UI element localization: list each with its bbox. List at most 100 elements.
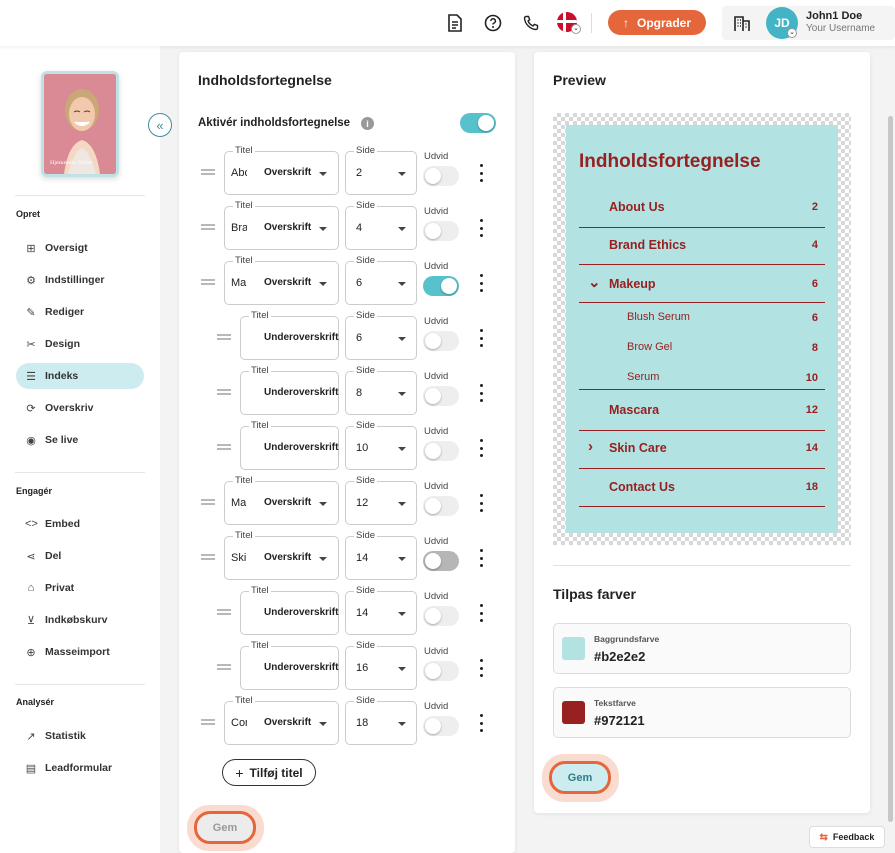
drag-handle-icon[interactable]	[201, 719, 215, 725]
page-select[interactable]: 14	[356, 607, 368, 619]
page-field[interactable]: Side 12	[345, 475, 417, 525]
more-options-icon[interactable]	[478, 714, 484, 732]
chevron-down-icon[interactable]: ⌄	[571, 24, 581, 34]
title-field[interactable]: Titel Underoverskrift	[240, 365, 353, 415]
more-options-icon[interactable]	[478, 549, 484, 567]
page-field[interactable]: Side 18	[345, 695, 417, 745]
heading-type-select[interactable]: Underoverskrift	[264, 332, 342, 343]
page-field[interactable]: Side 16	[345, 640, 417, 690]
activate-toc-toggle[interactable]	[460, 113, 496, 133]
drag-handle-icon[interactable]	[217, 334, 231, 340]
phone-icon[interactable]	[520, 12, 542, 34]
page-field[interactable]: Side 10	[345, 420, 417, 470]
preview-entry-label[interactable]: Makeup	[609, 277, 656, 291]
info-icon[interactable]: i	[361, 117, 374, 130]
more-options-icon[interactable]	[478, 494, 484, 512]
heading-type-select[interactable]: Underoverskrift	[264, 662, 342, 673]
heading-type-select[interactable]: Underoverskrift	[264, 607, 342, 618]
more-options-icon[interactable]	[478, 439, 484, 457]
page-select[interactable]: 8	[356, 387, 362, 399]
expand-toggle[interactable]	[423, 606, 459, 626]
page-select[interactable]: 6	[356, 332, 362, 344]
heading-type-select[interactable]: Underoverskrift	[264, 387, 342, 398]
background-color-picker[interactable]: Baggrundsfarve #b2e2e2	[553, 623, 851, 674]
title-field[interactable]: Titel Ma Overskrift	[224, 255, 339, 305]
title-field[interactable]: Titel Bra Overskrift	[224, 200, 339, 250]
heading-type-select[interactable]: Overskrift	[264, 497, 314, 508]
page-field[interactable]: Side 8	[345, 365, 417, 415]
expand-toggle[interactable]	[423, 661, 459, 681]
add-title-button[interactable]: + Tilføj titel	[222, 759, 316, 786]
title-input[interactable]: Con	[231, 717, 247, 729]
drag-handle-icon[interactable]	[201, 279, 215, 285]
page-field[interactable]: Side 2	[345, 145, 417, 195]
preview-entry-label[interactable]: Skin Care	[609, 441, 667, 455]
title-field[interactable]: Titel Underoverskrift	[240, 310, 353, 360]
document-icon[interactable]	[444, 12, 466, 34]
preview-entry-label[interactable]: Brow Gel	[627, 341, 672, 353]
drag-handle-icon[interactable]	[201, 554, 215, 560]
title-input[interactable]: Ma	[231, 277, 247, 289]
text-color-picker[interactable]: Tekstfarve #972121	[553, 687, 851, 738]
scrollbar[interactable]	[888, 116, 893, 822]
expand-toggle[interactable]	[423, 221, 459, 241]
expand-toggle[interactable]	[423, 441, 459, 461]
heading-type-select[interactable]: Overskrift	[264, 717, 314, 728]
heading-type-select[interactable]: Overskrift	[264, 222, 314, 233]
preview-entry-label[interactable]: Contact Us	[609, 480, 675, 494]
title-field[interactable]: Titel Skin Overskrift	[224, 530, 339, 580]
page-field[interactable]: Side 14	[345, 585, 417, 635]
expand-toggle[interactable]	[423, 276, 459, 296]
page-select[interactable]: 2	[356, 167, 362, 179]
drag-handle-icon[interactable]	[217, 444, 231, 450]
page-select[interactable]: 12	[356, 497, 368, 509]
drag-handle-icon[interactable]	[201, 224, 215, 230]
page-field[interactable]: Side 4	[345, 200, 417, 250]
title-field[interactable]: Titel Con Overskrift	[224, 695, 339, 745]
title-field[interactable]: Titel Underoverskrift	[240, 640, 353, 690]
save-button[interactable]: Gem	[194, 811, 256, 844]
drag-handle-icon[interactable]	[201, 169, 215, 175]
title-field[interactable]: Titel Underoverskrift	[240, 420, 353, 470]
expand-toggle[interactable]	[423, 166, 459, 186]
title-field[interactable]: Titel Abc Overskrift	[224, 145, 339, 195]
heading-type-select[interactable]: Overskrift	[264, 552, 314, 563]
upgrade-button[interactable]: ↑ Opgrader	[608, 10, 706, 35]
building-icon[interactable]	[731, 12, 753, 34]
page-select[interactable]: 18	[356, 717, 368, 729]
chevron-right-icon[interactable]: ›	[588, 438, 593, 455]
page-select[interactable]: 10	[356, 442, 368, 454]
page-field[interactable]: Side 6	[345, 255, 417, 305]
collapse-sidebar-button[interactable]: «	[148, 113, 172, 137]
title-field[interactable]: Titel Ma Overskrift	[224, 475, 339, 525]
more-options-icon[interactable]	[478, 219, 484, 237]
preview-entry-label[interactable]: Brand Ethics	[609, 238, 686, 252]
more-options-icon[interactable]	[478, 329, 484, 347]
more-options-icon[interactable]	[478, 274, 484, 292]
page-select[interactable]: 6	[356, 277, 362, 289]
expand-toggle[interactable]	[423, 551, 459, 571]
page-field[interactable]: Side 14	[345, 530, 417, 580]
expand-toggle[interactable]	[423, 496, 459, 516]
drag-handle-icon[interactable]	[217, 664, 231, 670]
page-select[interactable]: 16	[356, 662, 368, 674]
drag-handle-icon[interactable]	[201, 499, 215, 505]
feedback-button[interactable]: ⇆ Feedback	[809, 826, 885, 848]
heading-type-select[interactable]: Overskrift	[264, 167, 314, 178]
drag-handle-icon[interactable]	[217, 609, 231, 615]
preview-entry-label[interactable]: Mascara	[609, 403, 659, 417]
more-options-icon[interactable]	[478, 604, 484, 622]
drag-handle-icon[interactable]	[217, 389, 231, 395]
expand-toggle[interactable]	[423, 386, 459, 406]
help-icon[interactable]	[482, 12, 504, 34]
page-field[interactable]: Side 6	[345, 310, 417, 360]
title-input[interactable]: Skin	[231, 552, 247, 564]
heading-type-select[interactable]: Overskrift	[264, 277, 314, 288]
more-options-icon[interactable]	[478, 384, 484, 402]
preview-entry-label[interactable]: Serum	[627, 371, 659, 383]
more-options-icon[interactable]	[478, 164, 484, 182]
page-select[interactable]: 14	[356, 552, 368, 564]
background-color-swatch[interactable]	[562, 637, 585, 660]
title-input[interactable]: Ma	[231, 497, 247, 509]
title-input[interactable]: Bra	[231, 222, 247, 234]
